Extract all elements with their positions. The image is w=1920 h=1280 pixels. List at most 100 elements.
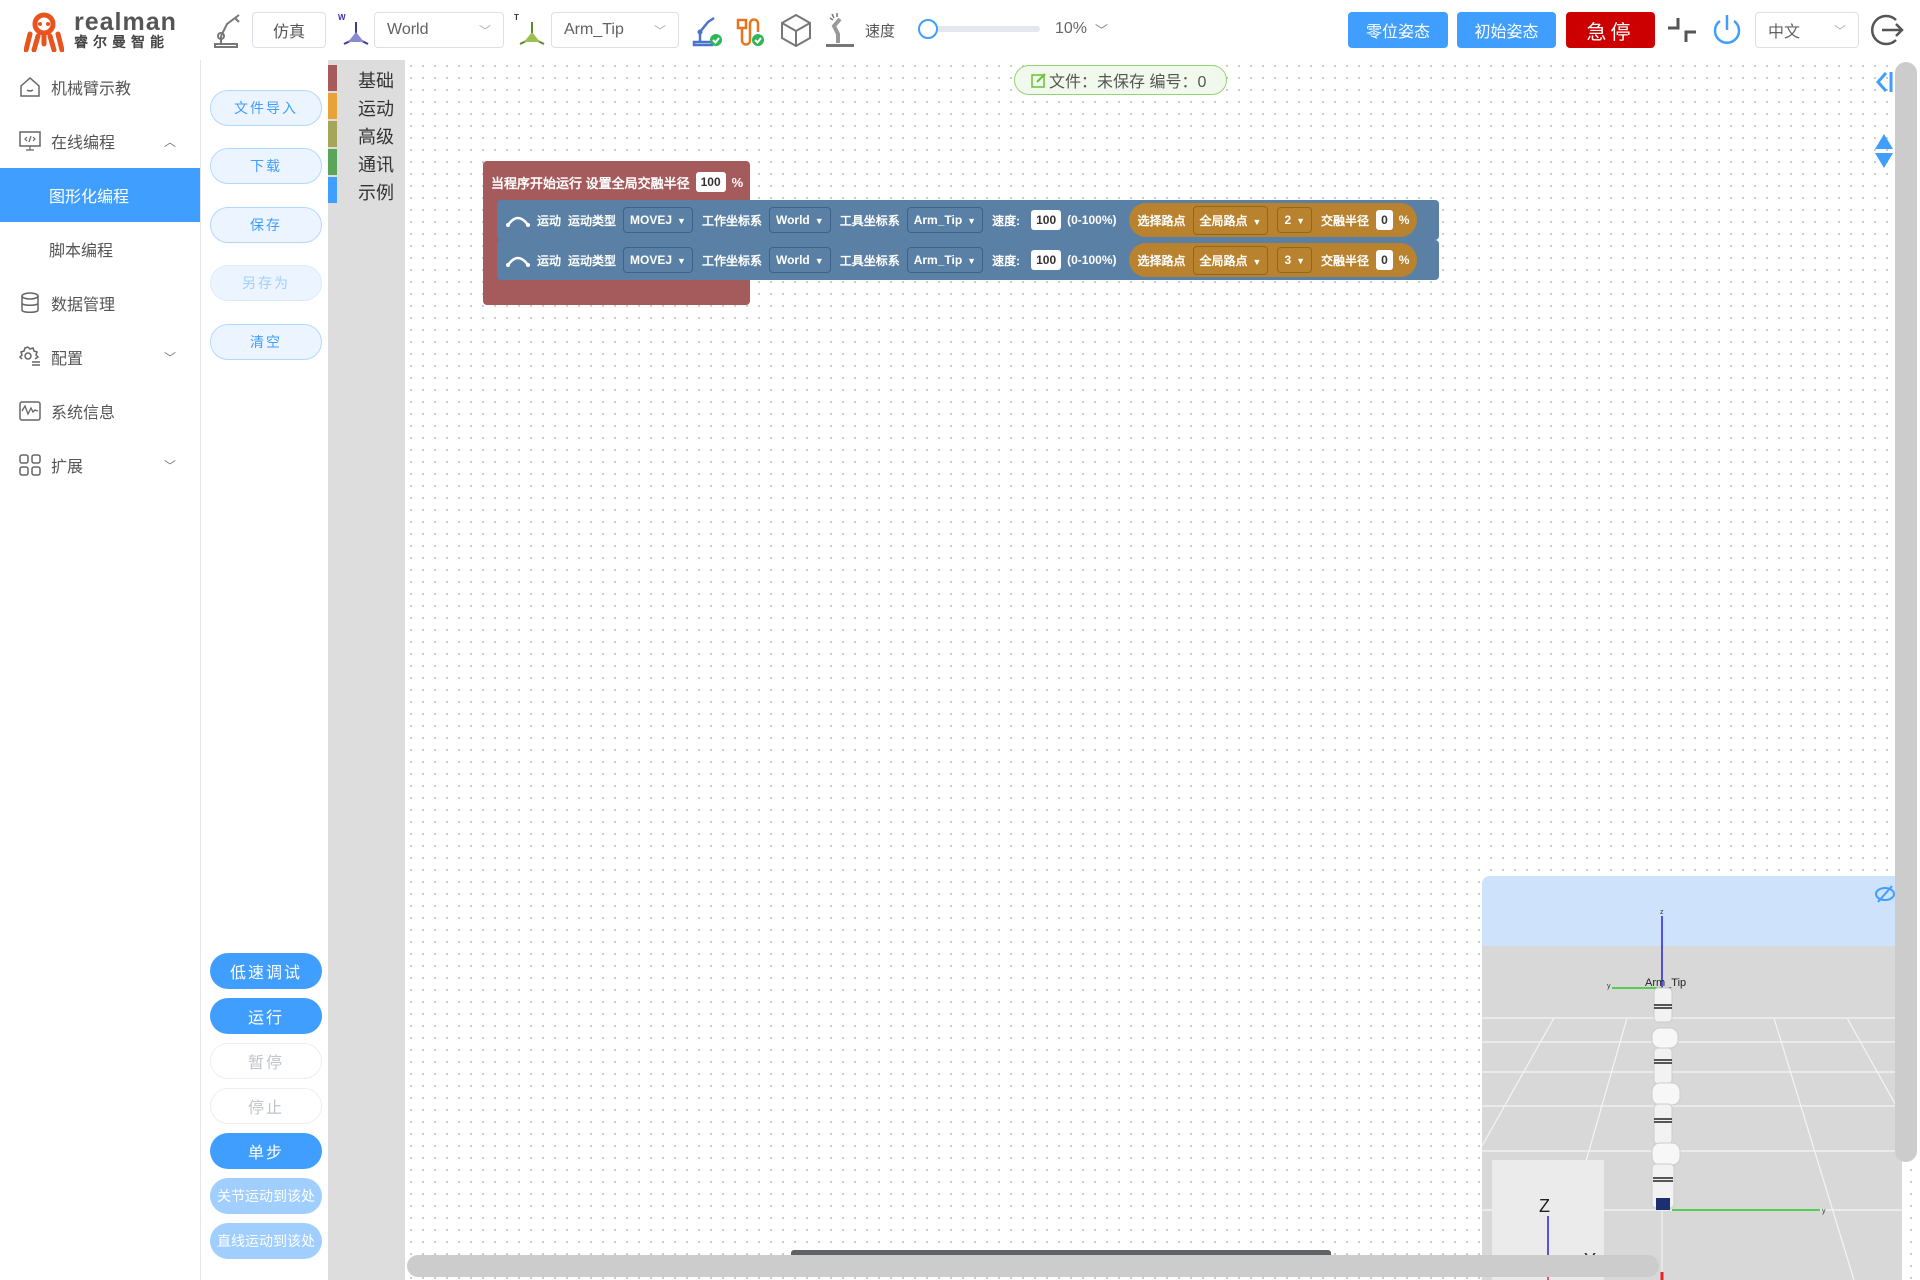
motion-type-dropdown[interactable]: MOVEJ ▼ <box>623 247 693 273</box>
sidebar-item-graphical-programming[interactable]: 图形化编程 <box>0 168 200 222</box>
motion-arc-icon <box>506 256 530 267</box>
category-color-swatch <box>328 177 337 203</box>
category-label: 高级 <box>358 127 394 147</box>
sidebar-item-config[interactable]: 配置 ﹀ <box>0 330 200 384</box>
blend-radius-input[interactable]: 0 <box>1376 250 1393 270</box>
exit-fullscreen-icon[interactable] <box>1662 10 1702 50</box>
waypoint-number-dropdown[interactable]: 2 ▼ <box>1277 207 1313 233</box>
3d-robot-viewer[interactable]: z y Arm_Tip y Z <box>1482 876 1902 1280</box>
global-blend-radius-input[interactable]: 100 <box>695 172 726 192</box>
speed-range-label: (0-100%) <box>1067 213 1117 227</box>
download-button[interactable]: 下载 <box>210 148 322 184</box>
work-frame-label: 工作坐标系 <box>701 213 762 228</box>
stop-button[interactable]: 停止 <box>210 1088 322 1124</box>
speed-input[interactable]: 100 <box>1031 250 1062 270</box>
pause-label: 暂停 <box>247 1055 284 1072</box>
settings-icon <box>18 346 40 366</box>
work-frame-dropdown-value: World <box>775 213 810 227</box>
workspace-horizontal-scrollbar[interactable] <box>407 1255 1659 1277</box>
waypoint-number-dropdown[interactable]: 3 ▼ <box>1277 247 1313 273</box>
simulation-mode-button[interactable]: 仿真 <box>252 12 326 48</box>
toolbox-category-communication[interactable]: 通讯 <box>328 149 405 177</box>
tool-z-label: z <box>1660 909 1664 916</box>
waypoint-block[interactable]: 选择路点 全局路点 ▼ 2 ▼ 交融半径 0% <box>1129 203 1418 237</box>
motion-type-dropdown[interactable]: MOVEJ ▼ <box>623 207 693 233</box>
edit-icon <box>1031 73 1046 88</box>
sidebar-item-system-info[interactable]: 系统信息 <box>0 384 200 438</box>
sidebar-item-extensions[interactable]: 扩展 ﹀ <box>0 438 200 492</box>
tool-frame-select[interactable]: Arm_Tip ﹀ <box>551 12 679 48</box>
workspace-vertical-scrollbar[interactable] <box>1895 62 1917 1162</box>
toolbox-category-motion[interactable]: 运动 <box>328 93 405 121</box>
emergency-stop-button[interactable]: 急停 <box>1566 12 1655 48</box>
sidebar-item-label: 脚本编程 <box>49 243 114 260</box>
dropdown-caret-icon: ▼ <box>967 256 977 266</box>
run-label: 运行 <box>247 1010 284 1027</box>
toolbox-category-basic[interactable]: 基础 <box>328 65 405 93</box>
waypoint-scope-dropdown[interactable]: 全局路点 ▼ <box>1192 205 1269 235</box>
waypoint-label: 选择路点 <box>1137 213 1186 228</box>
io-connected-icon[interactable] <box>730 10 770 50</box>
run-button[interactable]: 运行 <box>210 998 322 1034</box>
clear-button[interactable]: 清空 <box>210 324 322 360</box>
sidebar-item-script-programming[interactable]: 脚本编程 <box>0 222 200 276</box>
speed-input[interactable]: 100 <box>1031 210 1062 230</box>
base-y-label: y <box>1822 1208 1826 1215</box>
zero-pose-button[interactable]: 零位姿态 <box>1348 12 1448 48</box>
robot-connected-icon[interactable] <box>688 10 728 50</box>
toolbox-category-examples[interactable]: 示例 <box>328 177 405 205</box>
sidebar-item-online-programming[interactable]: 在线编程 ︿ <box>0 114 200 168</box>
motion-type-dropdown-value: MOVEJ <box>630 213 673 227</box>
motion-block[interactable]: 运动 运动类型 MOVEJ ▼ 工作坐标系 World ▼ 工具坐标系 Arm_Tip ▼ 速度: 1… <box>497 240 1439 280</box>
joint-move-here-button[interactable]: 关节运动到该处 <box>210 1178 322 1214</box>
work-frame-select[interactable]: World ﹀ <box>374 12 504 48</box>
waypoint-scope-dropdown[interactable]: 全局路点 ▼ <box>1192 245 1269 275</box>
sidebar-item-label: 系统信息 <box>51 405 116 422</box>
work-frame-dropdown[interactable]: World ▼ <box>768 247 831 273</box>
toolbox-category-advanced[interactable]: 高级 <box>328 121 405 149</box>
teach-arm-icon[interactable] <box>820 10 860 50</box>
tool-frame-dropdown[interactable]: Arm_Tip ▼ <box>906 207 984 233</box>
percent-label: % <box>731 174 744 190</box>
speed-dropdown-icon[interactable]: ﹀ <box>1095 20 1108 39</box>
zoom-arrows-icon[interactable] <box>1874 133 1894 169</box>
tool-frame-dropdown[interactable]: Arm_Tip ▼ <box>906 247 984 273</box>
language-select[interactable]: 中文 ﹀ <box>1755 12 1859 48</box>
sidebar-nav: 机械臂示教 在线编程 ︿ 图形化编程 脚本编程 数据管理 配置 ﹀ 系统信息 扩… <box>0 60 201 1280</box>
dropdown-caret-icon: ▼ <box>1252 256 1262 267</box>
save-as-button[interactable]: 另存为 <box>210 265 322 301</box>
robot-arm-icon[interactable] <box>207 10 247 50</box>
blend-radius-input[interactable]: 0 <box>1376 210 1393 230</box>
sidebar-item-robot-teach[interactable]: 机械臂示教 <box>0 60 200 114</box>
low-speed-debug-button[interactable]: 低速调试 <box>210 953 322 989</box>
speed-slider-handle[interactable] <box>918 19 938 39</box>
collapse-panel-icon[interactable] <box>1874 70 1894 94</box>
logout-icon[interactable] <box>1868 10 1908 50</box>
chevron-up-icon: ︿ <box>163 134 176 149</box>
linear-move-here-button[interactable]: 直线运动到该处 <box>210 1223 322 1259</box>
linear-move-here-label: 直线运动到该处 <box>217 1233 315 1249</box>
motion-label: 运动 <box>537 213 562 228</box>
sidebar-item-data-management[interactable]: 数据管理 <box>0 276 200 330</box>
sidebar-item-label: 配置 <box>51 351 84 368</box>
pause-button[interactable]: 暂停 <box>210 1043 322 1079</box>
file-status-badge: 文件：未保存 编号：0 <box>1014 65 1228 95</box>
joint-move-here-label: 关节运动到该处 <box>217 1188 315 1204</box>
tool-y-label: y <box>1607 983 1611 990</box>
3d-model-icon[interactable] <box>776 10 816 50</box>
work-frame-dropdown[interactable]: World ▼ <box>768 207 831 233</box>
hide-view-icon[interactable] <box>1874 884 1896 904</box>
motion-block[interactable]: 运动 运动类型 MOVEJ ▼ 工作坐标系 World ▼ 工具坐标系 Arm_Tip ▼ 速度: 1… <box>497 200 1439 240</box>
tool-frame-label: Arm_Tip <box>1645 977 1686 989</box>
initial-pose-button[interactable]: 初始姿态 <box>1457 12 1556 48</box>
emergency-stop-label: 急停 <box>1586 21 1635 44</box>
speed-slider[interactable] <box>918 19 1040 39</box>
save-button[interactable]: 保存 <box>210 207 322 243</box>
file-import-button[interactable]: 文件导入 <box>210 90 322 126</box>
step-button[interactable]: 单步 <box>210 1133 322 1169</box>
waypoint-block[interactable]: 选择路点 全局路点 ▼ 3 ▼ 交融半径 0% <box>1129 243 1418 277</box>
work-frame-value: World <box>387 21 429 38</box>
power-icon[interactable] <box>1707 10 1747 50</box>
dropdown-caret-icon: ▼ <box>967 216 977 226</box>
chevron-down-icon: ﹀ <box>653 23 666 38</box>
